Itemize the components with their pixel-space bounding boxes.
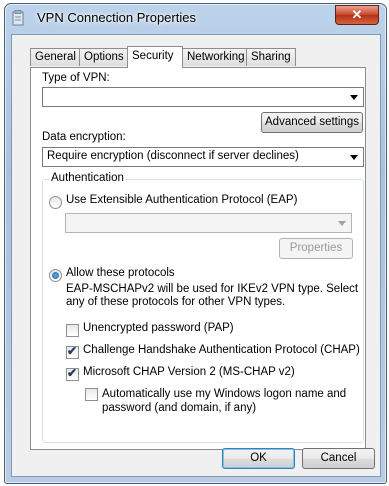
window-title: VPN Connection Properties [37,10,196,25]
dialog-window: VPN Connection Properties ✕ General Opti… [4,3,387,484]
cancel-button[interactable]: Cancel [302,448,375,469]
tab-security[interactable]: Security [127,46,183,68]
pap-label[interactable]: Unencrypted password (PAP) [83,322,234,334]
encryption-value: Require encryption (disconnect if server… [47,150,299,162]
tab-networking[interactable]: Networking [182,48,249,66]
auto-logon-checkbox[interactable] [85,388,98,401]
mschapv2-label[interactable]: Microsoft CHAP Version 2 (MS-CHAP v2) [83,366,295,378]
ok-button[interactable]: OK [222,448,295,469]
allow-protocols-radio[interactable] [49,269,62,282]
eap-method-dropdown[interactable] [65,213,352,233]
mschapv2-checkbox[interactable]: ✔ [66,366,79,381]
chap-checkbox[interactable]: ✔ [66,344,79,359]
properties-button[interactable]: Properties [279,238,353,259]
encryption-dropdown[interactable]: Require encryption (disconnect if server… [42,147,364,167]
eap-radio[interactable] [49,196,62,209]
allow-protocols-label[interactable]: Allow these protocols [66,267,175,279]
advanced-settings-button[interactable]: Advanced settings [261,112,363,133]
security-panel: Type of VPN: Advanced settings Data encr… [30,67,366,450]
auto-logon-label-line2[interactable]: password (and domain, if any) [102,401,256,415]
close-button[interactable]: ✕ [335,5,379,25]
vpn-type-label: Type of VPN: [42,72,110,84]
tab-options[interactable]: Options [79,48,129,66]
pap-checkbox[interactable] [66,324,79,337]
title-bar[interactable]: VPN Connection Properties ✕ [5,4,386,34]
auto-logon-label-line1[interactable]: Automatically use my Windows logon name … [102,387,346,401]
chevron-down-icon [347,90,361,104]
allow-protocols-description-line1: EAP-MSCHAPv2 will be used for IKEv2 VPN … [66,283,359,295]
allow-protocols-description-line2: any of these protocols for other VPN typ… [66,296,286,308]
checkmark-icon: ✔ [67,366,78,380]
vpn-type-dropdown[interactable] [42,87,364,107]
close-icon: ✕ [351,7,363,22]
dialog-content: General Options Security Networking Shar… [11,34,381,477]
tab-sharing[interactable]: Sharing [246,48,296,66]
chap-label[interactable]: Challenge Handshake Authentication Proto… [83,344,360,356]
chevron-down-icon [347,150,361,164]
authentication-group-label: Authentication [49,172,126,184]
eap-option-label[interactable]: Use Extensible Authentication Protocol (… [66,194,297,206]
tab-general[interactable]: General [30,48,80,66]
encryption-label: Data encryption: [42,131,126,143]
chevron-down-icon [335,216,349,230]
checkmark-icon: ✔ [67,344,78,358]
network-connection-icon [12,10,24,26]
